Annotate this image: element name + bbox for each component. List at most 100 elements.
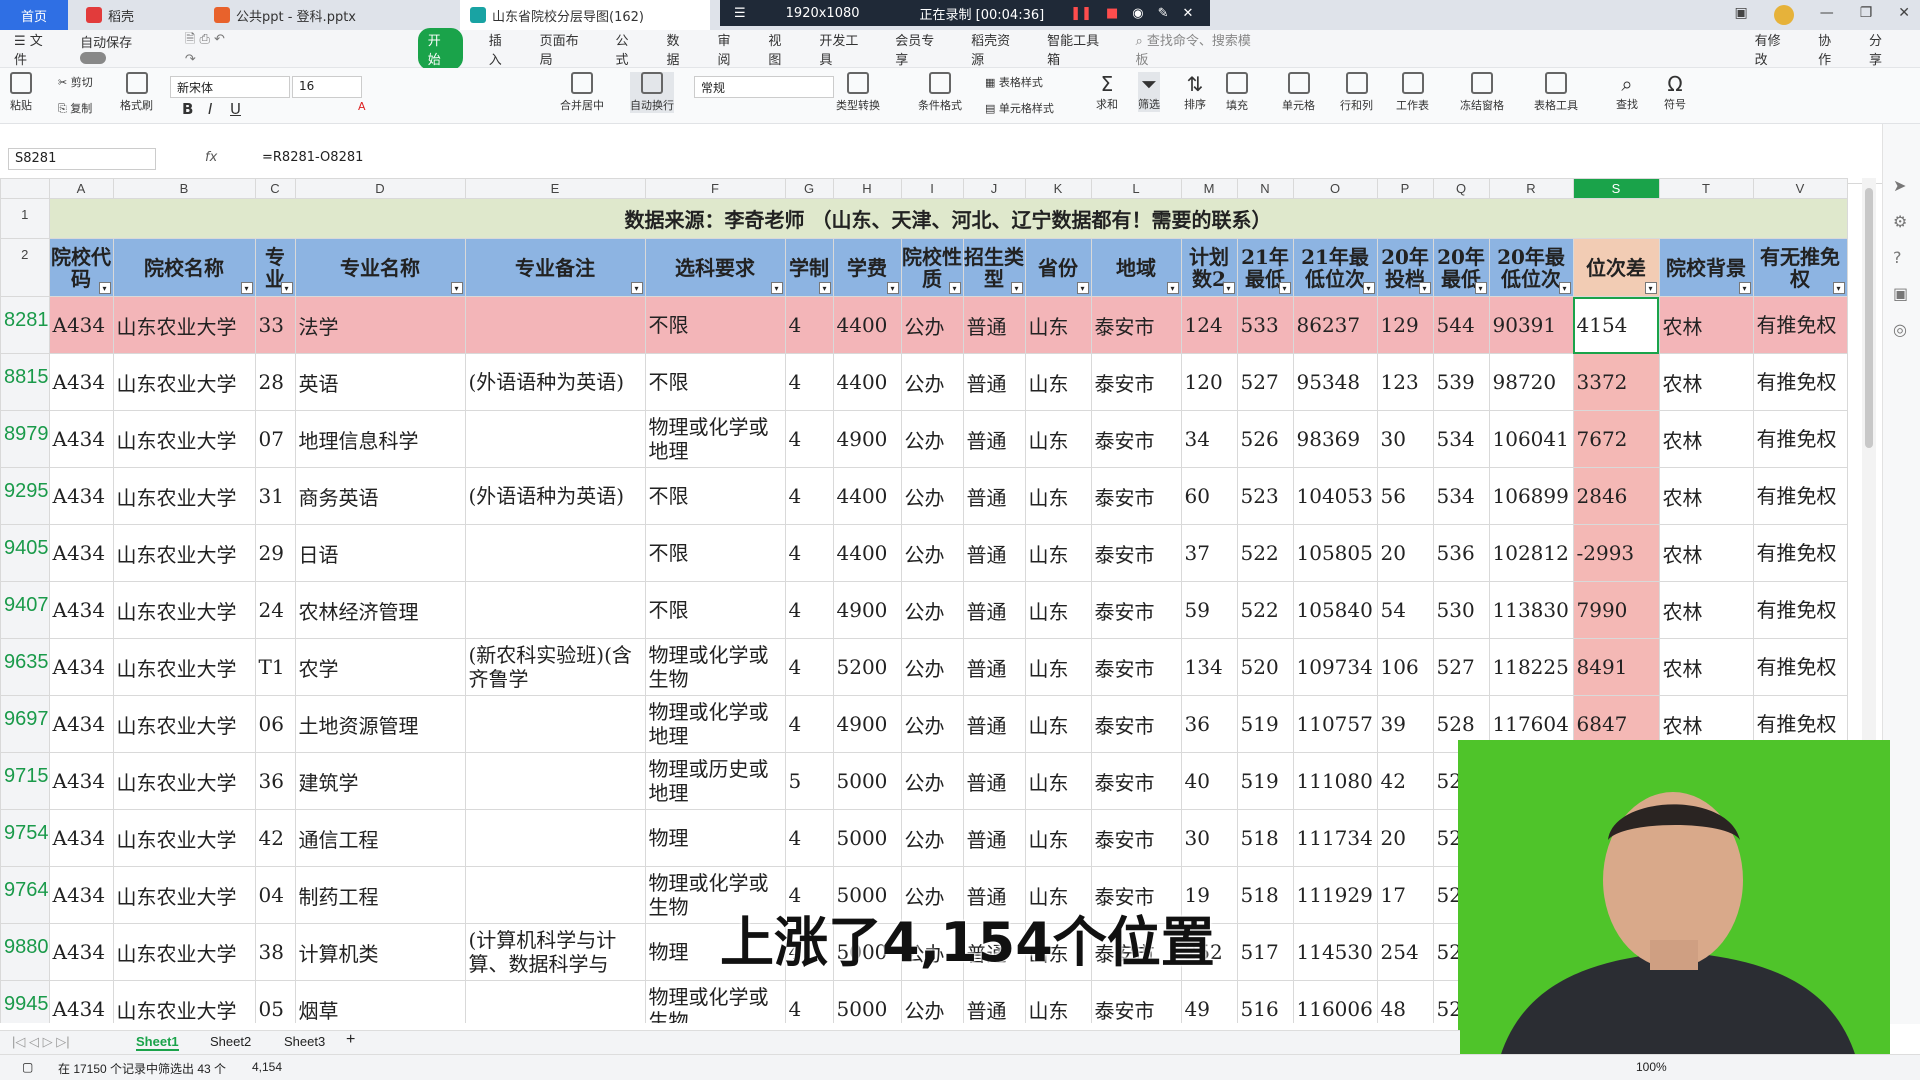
table-cell[interactable]: 106041	[1488, 410, 1574, 468]
filter-dropdown-icon[interactable]: ▾	[1166, 282, 1179, 294]
table-cell[interactable]	[464, 695, 646, 753]
table-cell[interactable]: 29	[254, 524, 296, 582]
header-cell[interactable]: 院校背景 ▾	[1658, 238, 1754, 297]
column-header[interactable]: F	[644, 178, 786, 199]
header-cell[interactable]: 专业名称 ▾	[294, 238, 466, 297]
filter-button[interactable]: ⏷ 筛选	[1138, 72, 1160, 112]
table-cell[interactable]: 山东	[1024, 467, 1092, 525]
table-cell[interactable]: 物理或化学或地理	[644, 695, 786, 753]
menu-page-layout[interactable]: 页面布局	[540, 30, 590, 68]
table-cell[interactable]: 普通	[962, 524, 1026, 582]
filter-dropdown-icon[interactable]: ▾	[1644, 282, 1657, 294]
table-cell[interactable]: 254	[1376, 923, 1434, 981]
table-cell[interactable]: 5000	[832, 980, 902, 1023]
sum-button[interactable]: Σ 求和	[1096, 72, 1118, 112]
menu-formula[interactable]: 公式	[616, 30, 641, 68]
table-cell[interactable]: 山东	[1024, 410, 1092, 468]
table-cell[interactable]: 日语	[294, 524, 466, 582]
table-cell[interactable]: 建筑学	[294, 752, 466, 810]
table-cell[interactable]: 公办	[900, 467, 964, 525]
table-cell[interactable]: 不限	[644, 353, 786, 411]
table-cell[interactable]: 5000	[832, 809, 902, 867]
table-cell[interactable]: 38	[254, 923, 296, 981]
table-cell[interactable]: 公办	[900, 752, 964, 810]
menu-data[interactable]: 数据	[667, 30, 692, 68]
table-cell[interactable]: (外语语种为英语)	[464, 467, 646, 525]
close-icon[interactable]: ✕	[1183, 6, 1194, 21]
table-cell[interactable]: 山东农业大学	[112, 695, 256, 753]
row-header[interactable]: 8979	[0, 410, 50, 468]
table-cell[interactable]: 山东农业大学	[112, 581, 256, 639]
table-cell[interactable]: 533	[1236, 296, 1294, 354]
avatar[interactable]	[1773, 5, 1794, 25]
menu-insert[interactable]: 插入	[489, 30, 514, 68]
table-cell[interactable]: 111929	[1292, 866, 1378, 924]
rank-diff-cell[interactable]: 2846	[1572, 467, 1660, 525]
table-cell[interactable]: 4	[784, 467, 834, 525]
table-cell[interactable]	[464, 809, 646, 867]
table-cell[interactable]: 物理或化学或生物	[644, 980, 786, 1023]
column-header[interactable]: J	[962, 178, 1026, 199]
table-cell[interactable]: 536	[1432, 524, 1490, 582]
column-header[interactable]: L	[1090, 178, 1182, 199]
table-cell[interactable]: 54	[1376, 581, 1434, 639]
sheet-tab-2[interactable]: Sheet2	[210, 1034, 251, 1049]
table-cell[interactable]: 泰安市	[1090, 581, 1182, 639]
table-cell[interactable]: 有推免权	[1752, 410, 1848, 468]
bold-button[interactable]: B	[182, 100, 193, 118]
scroll-thumb[interactable]	[1865, 188, 1873, 448]
file-menu[interactable]: ☰ 文件	[14, 30, 54, 68]
table-cell[interactable]: 4900	[832, 695, 902, 753]
copy-button[interactable]: ⎘ 复制	[58, 100, 92, 116]
collab-button[interactable]: 协作	[1818, 30, 1843, 68]
table-cell[interactable]: 4	[784, 524, 834, 582]
table-cell[interactable]: 商务英语	[294, 467, 466, 525]
table-cell[interactable]: 95348	[1292, 353, 1378, 411]
row-header[interactable]: 2	[0, 238, 50, 297]
table-cell[interactable]: 517	[1236, 923, 1294, 981]
table-cell[interactable]: 539	[1432, 353, 1490, 411]
header-cell[interactable]: 位次差 ▾	[1572, 238, 1660, 297]
table-cell[interactable]: 山东	[1024, 581, 1092, 639]
row-header[interactable]: 9697	[0, 695, 50, 753]
table-cell[interactable]: 农林	[1658, 296, 1754, 354]
table-cell[interactable]: 山东	[1024, 695, 1092, 753]
table-cell[interactable]: 公办	[900, 695, 964, 753]
table-cell[interactable]: A434	[48, 695, 114, 753]
table-cell[interactable]: 4	[784, 638, 834, 696]
table-cell[interactable]: 不限	[644, 524, 786, 582]
table-cell[interactable]: 124	[1180, 296, 1238, 354]
table-cell[interactable]: (外语语种为英语)	[464, 353, 646, 411]
table-cell[interactable]: 59	[1180, 581, 1238, 639]
changes-button[interactable]: 有修改	[1755, 30, 1792, 68]
filter-dropdown-icon[interactable]: ▾	[1418, 282, 1431, 294]
table-cell[interactable]: 计算机类	[294, 923, 466, 981]
filter-dropdown-icon[interactable]: ▾	[1558, 282, 1571, 294]
filter-dropdown-icon[interactable]: ▾	[948, 282, 961, 294]
header-cell[interactable]: 院校名称 ▾	[112, 238, 256, 297]
filter-dropdown-icon[interactable]: ▾	[1474, 282, 1487, 294]
column-header[interactable]: V	[1752, 178, 1848, 199]
table-cell[interactable]: 519	[1236, 695, 1294, 753]
menu-daoke[interactable]: 稻壳资源	[971, 30, 1021, 68]
table-cell[interactable]: 普通	[962, 581, 1026, 639]
table-tools-button[interactable]: 表格工具	[1534, 72, 1578, 113]
header-cell[interactable]: 省份 ▾	[1024, 238, 1092, 297]
table-cell[interactable]: 有推免权	[1752, 467, 1848, 525]
symbol-button[interactable]: Ω 符号	[1664, 72, 1686, 112]
rank-diff-cell[interactable]: 7672	[1572, 410, 1660, 468]
table-cell[interactable]: 农林经济管理	[294, 581, 466, 639]
table-cell[interactable]: 公办	[900, 296, 964, 354]
table-cell[interactable]: 98720	[1488, 353, 1574, 411]
underline-button[interactable]: U	[230, 100, 241, 118]
merge-center-button[interactable]: 合并居中	[560, 72, 604, 113]
row-col-button[interactable]: 行和列	[1340, 72, 1373, 113]
row-header[interactable]: 9764	[0, 866, 50, 924]
table-cell[interactable]: 地理信息科学	[294, 410, 466, 468]
table-cell[interactable]: 86237	[1292, 296, 1378, 354]
camera-icon[interactable]: ◉	[1132, 6, 1143, 21]
table-cell[interactable]: 法学	[294, 296, 466, 354]
table-cell[interactable]: 42	[1376, 752, 1434, 810]
formula-input[interactable]: =R8281-O8281	[262, 150, 363, 165]
filter-dropdown-icon[interactable]: ▾	[770, 282, 783, 294]
